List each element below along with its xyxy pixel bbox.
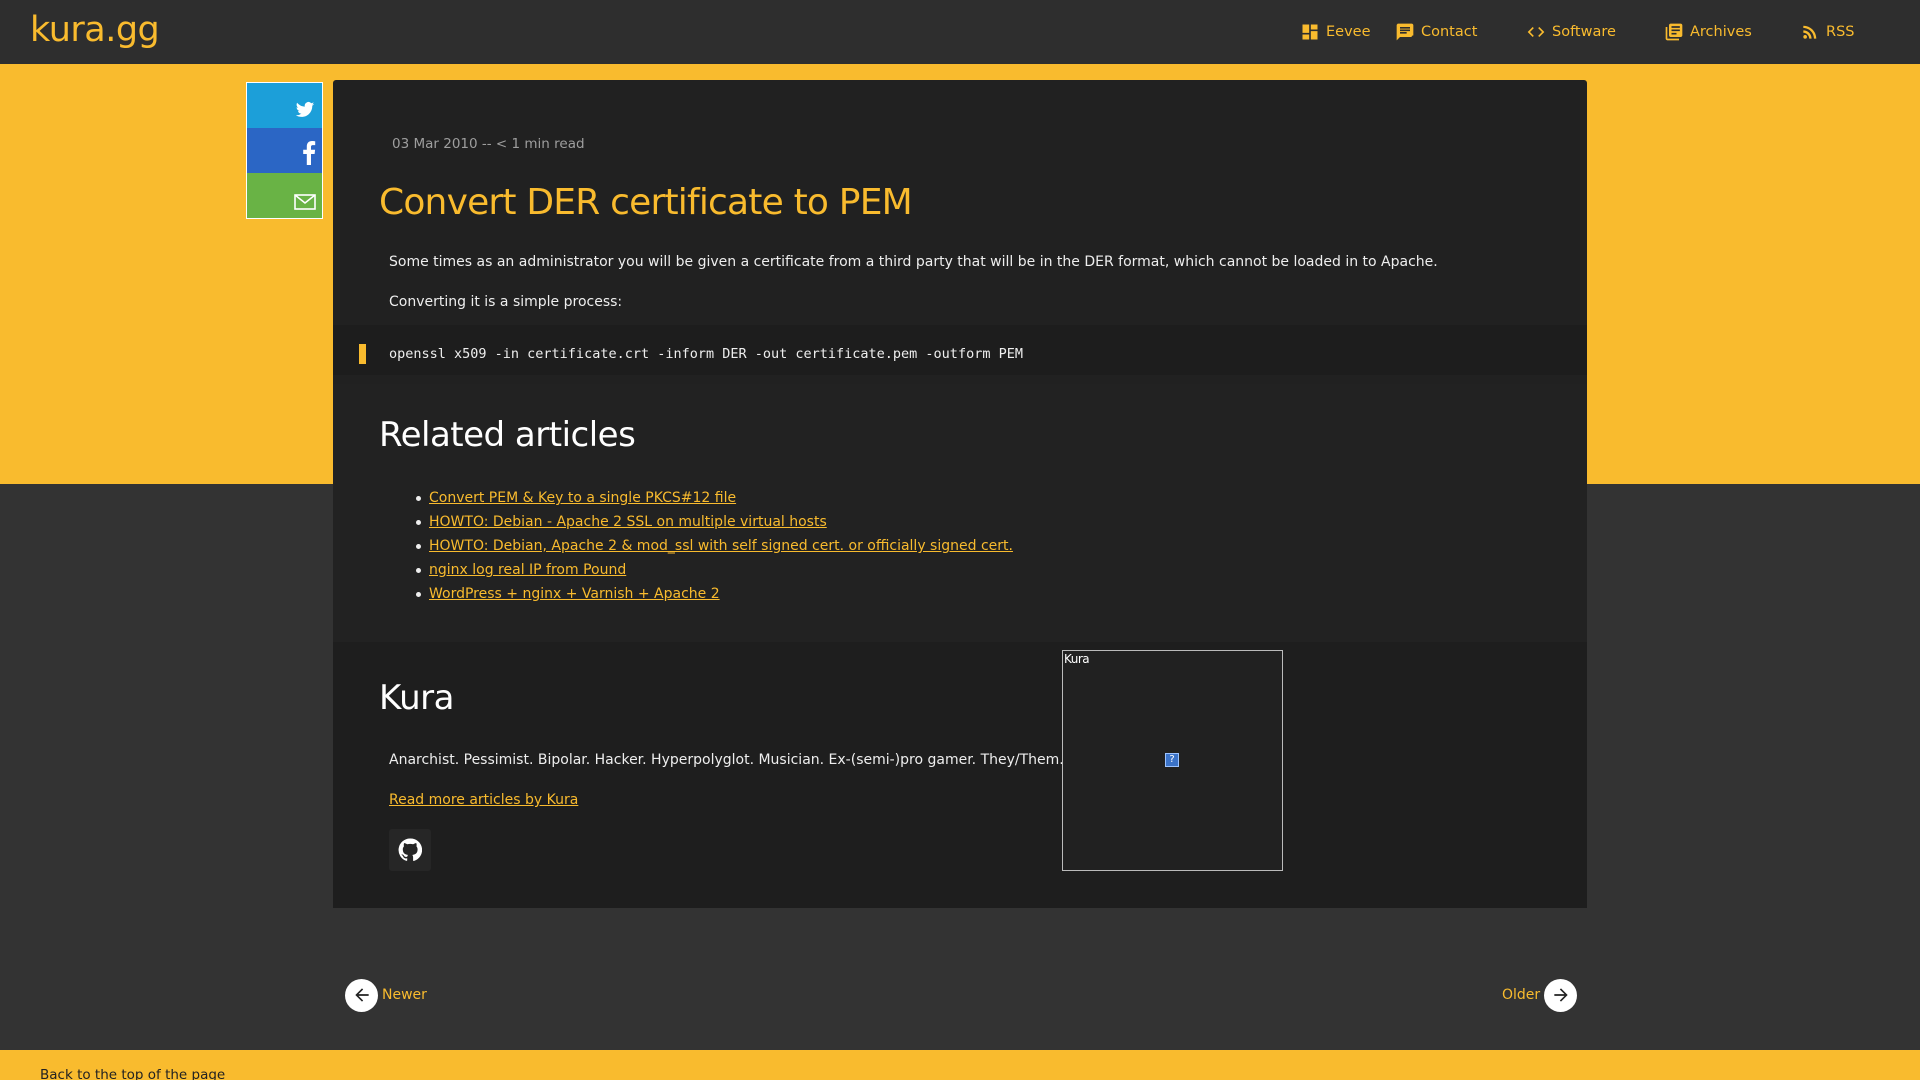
author-bio: Anarchist. Pessimist. Bipolar. Hacker. H… — [389, 752, 1064, 768]
related-link[interactable]: WordPress + nginx + Varnish + Apache 2 — [429, 586, 720, 602]
share-buttons — [246, 82, 323, 219]
email-icon — [294, 194, 316, 210]
list-item: nginx log real IP from Pound — [416, 560, 1013, 584]
nav-label-contact: Contact — [1421, 24, 1478, 40]
article-meta: 03 Mar 2010 -- < 1 min read — [392, 136, 585, 152]
code-block: openssl x509 -in certificate.crt -inform… — [333, 325, 1587, 375]
rss-icon — [1803, 25, 1817, 39]
nav-item-contact[interactable]: Contact — [1395, 20, 1477, 44]
site-logo[interactable]: kura.gg — [30, 10, 160, 50]
article-card: 03 Mar 2010 -- < 1 min read Convert DER … — [333, 80, 1587, 908]
share-facebook-button[interactable] — [247, 128, 322, 173]
related-heading: Related articles — [379, 415, 636, 455]
avatar-alt-text: Kura — [1064, 652, 1090, 666]
related-link[interactable]: HOWTO: Debian - Apache 2 SSL on multiple… — [429, 514, 827, 530]
github-icon — [398, 838, 422, 862]
github-button[interactable] — [389, 829, 431, 871]
arrow-right-icon — [1544, 978, 1578, 1012]
related-link[interactable]: Convert PEM & Key to a single PKCS#12 fi… — [429, 490, 736, 506]
article-title: Convert DER certificate to PEM — [379, 182, 913, 223]
code-command: openssl x509 -in certificate.crt -inform… — [389, 346, 1023, 362]
newer-label: Newer — [382, 987, 427, 1003]
nav-item-software[interactable]: Software — [1526, 20, 1616, 44]
nav-label-eevee: Eevee — [1326, 24, 1371, 40]
top-bar: kura.gg Eevee Contact Software Archives … — [0, 0, 1920, 64]
code-accent-bar — [359, 344, 366, 364]
list-item: HOWTO: Debian - Apache 2 SSL on multiple… — [416, 512, 1013, 536]
article-paragraph-1: Some times as an administrator you will … — [389, 254, 1438, 270]
nav-item-eevee[interactable]: Eevee — [1300, 20, 1371, 44]
related-list: Convert PEM & Key to a single PKCS#12 fi… — [416, 488, 1013, 608]
dashboard-icon — [1302, 24, 1318, 40]
list-item: Convert PEM & Key to a single PKCS#12 fi… — [416, 488, 1013, 512]
newer-link[interactable]: Newer — [345, 978, 427, 1012]
nav-label-archives: Archives — [1690, 24, 1752, 40]
share-twitter-button[interactable] — [247, 83, 322, 128]
twitter-icon — [295, 102, 315, 117]
broken-image-icon: ? — [1165, 753, 1179, 767]
list-item: WordPress + nginx + Varnish + Apache 2 — [416, 584, 1013, 608]
older-link[interactable]: Older — [1502, 978, 1578, 1012]
nav-label-rss: RSS — [1826, 24, 1855, 40]
arrow-left-icon — [345, 978, 378, 1012]
read-more-link[interactable]: Read more articles by Kura — [389, 792, 578, 808]
nav-item-rss[interactable]: RSS — [1800, 20, 1854, 44]
library-icon — [1665, 23, 1683, 41]
nav-item-archives[interactable]: Archives — [1664, 20, 1752, 44]
code-icon — [1527, 27, 1545, 37]
avatar: Kura ? — [1062, 650, 1283, 871]
author-name: Kura — [379, 678, 454, 718]
related-link[interactable]: nginx log real IP from Pound — [429, 562, 626, 578]
article-paragraph-2: Converting it is a simple process: — [389, 294, 623, 310]
older-label: Older — [1502, 987, 1541, 1003]
nav-label-software: Software — [1552, 24, 1616, 40]
chat-icon — [1396, 23, 1414, 41]
related-link[interactable]: HOWTO: Debian, Apache 2 & mod_ssl with s… — [429, 538, 1013, 554]
back-to-top-link[interactable]: Back to the top of the page — [40, 1067, 225, 1080]
list-item: HOWTO: Debian, Apache 2 & mod_ssl with s… — [416, 536, 1013, 560]
share-email-button[interactable] — [247, 173, 322, 218]
footer: Back to the top of the page — [0, 1050, 1920, 1080]
facebook-icon — [303, 141, 316, 165]
author-section — [333, 642, 1587, 908]
